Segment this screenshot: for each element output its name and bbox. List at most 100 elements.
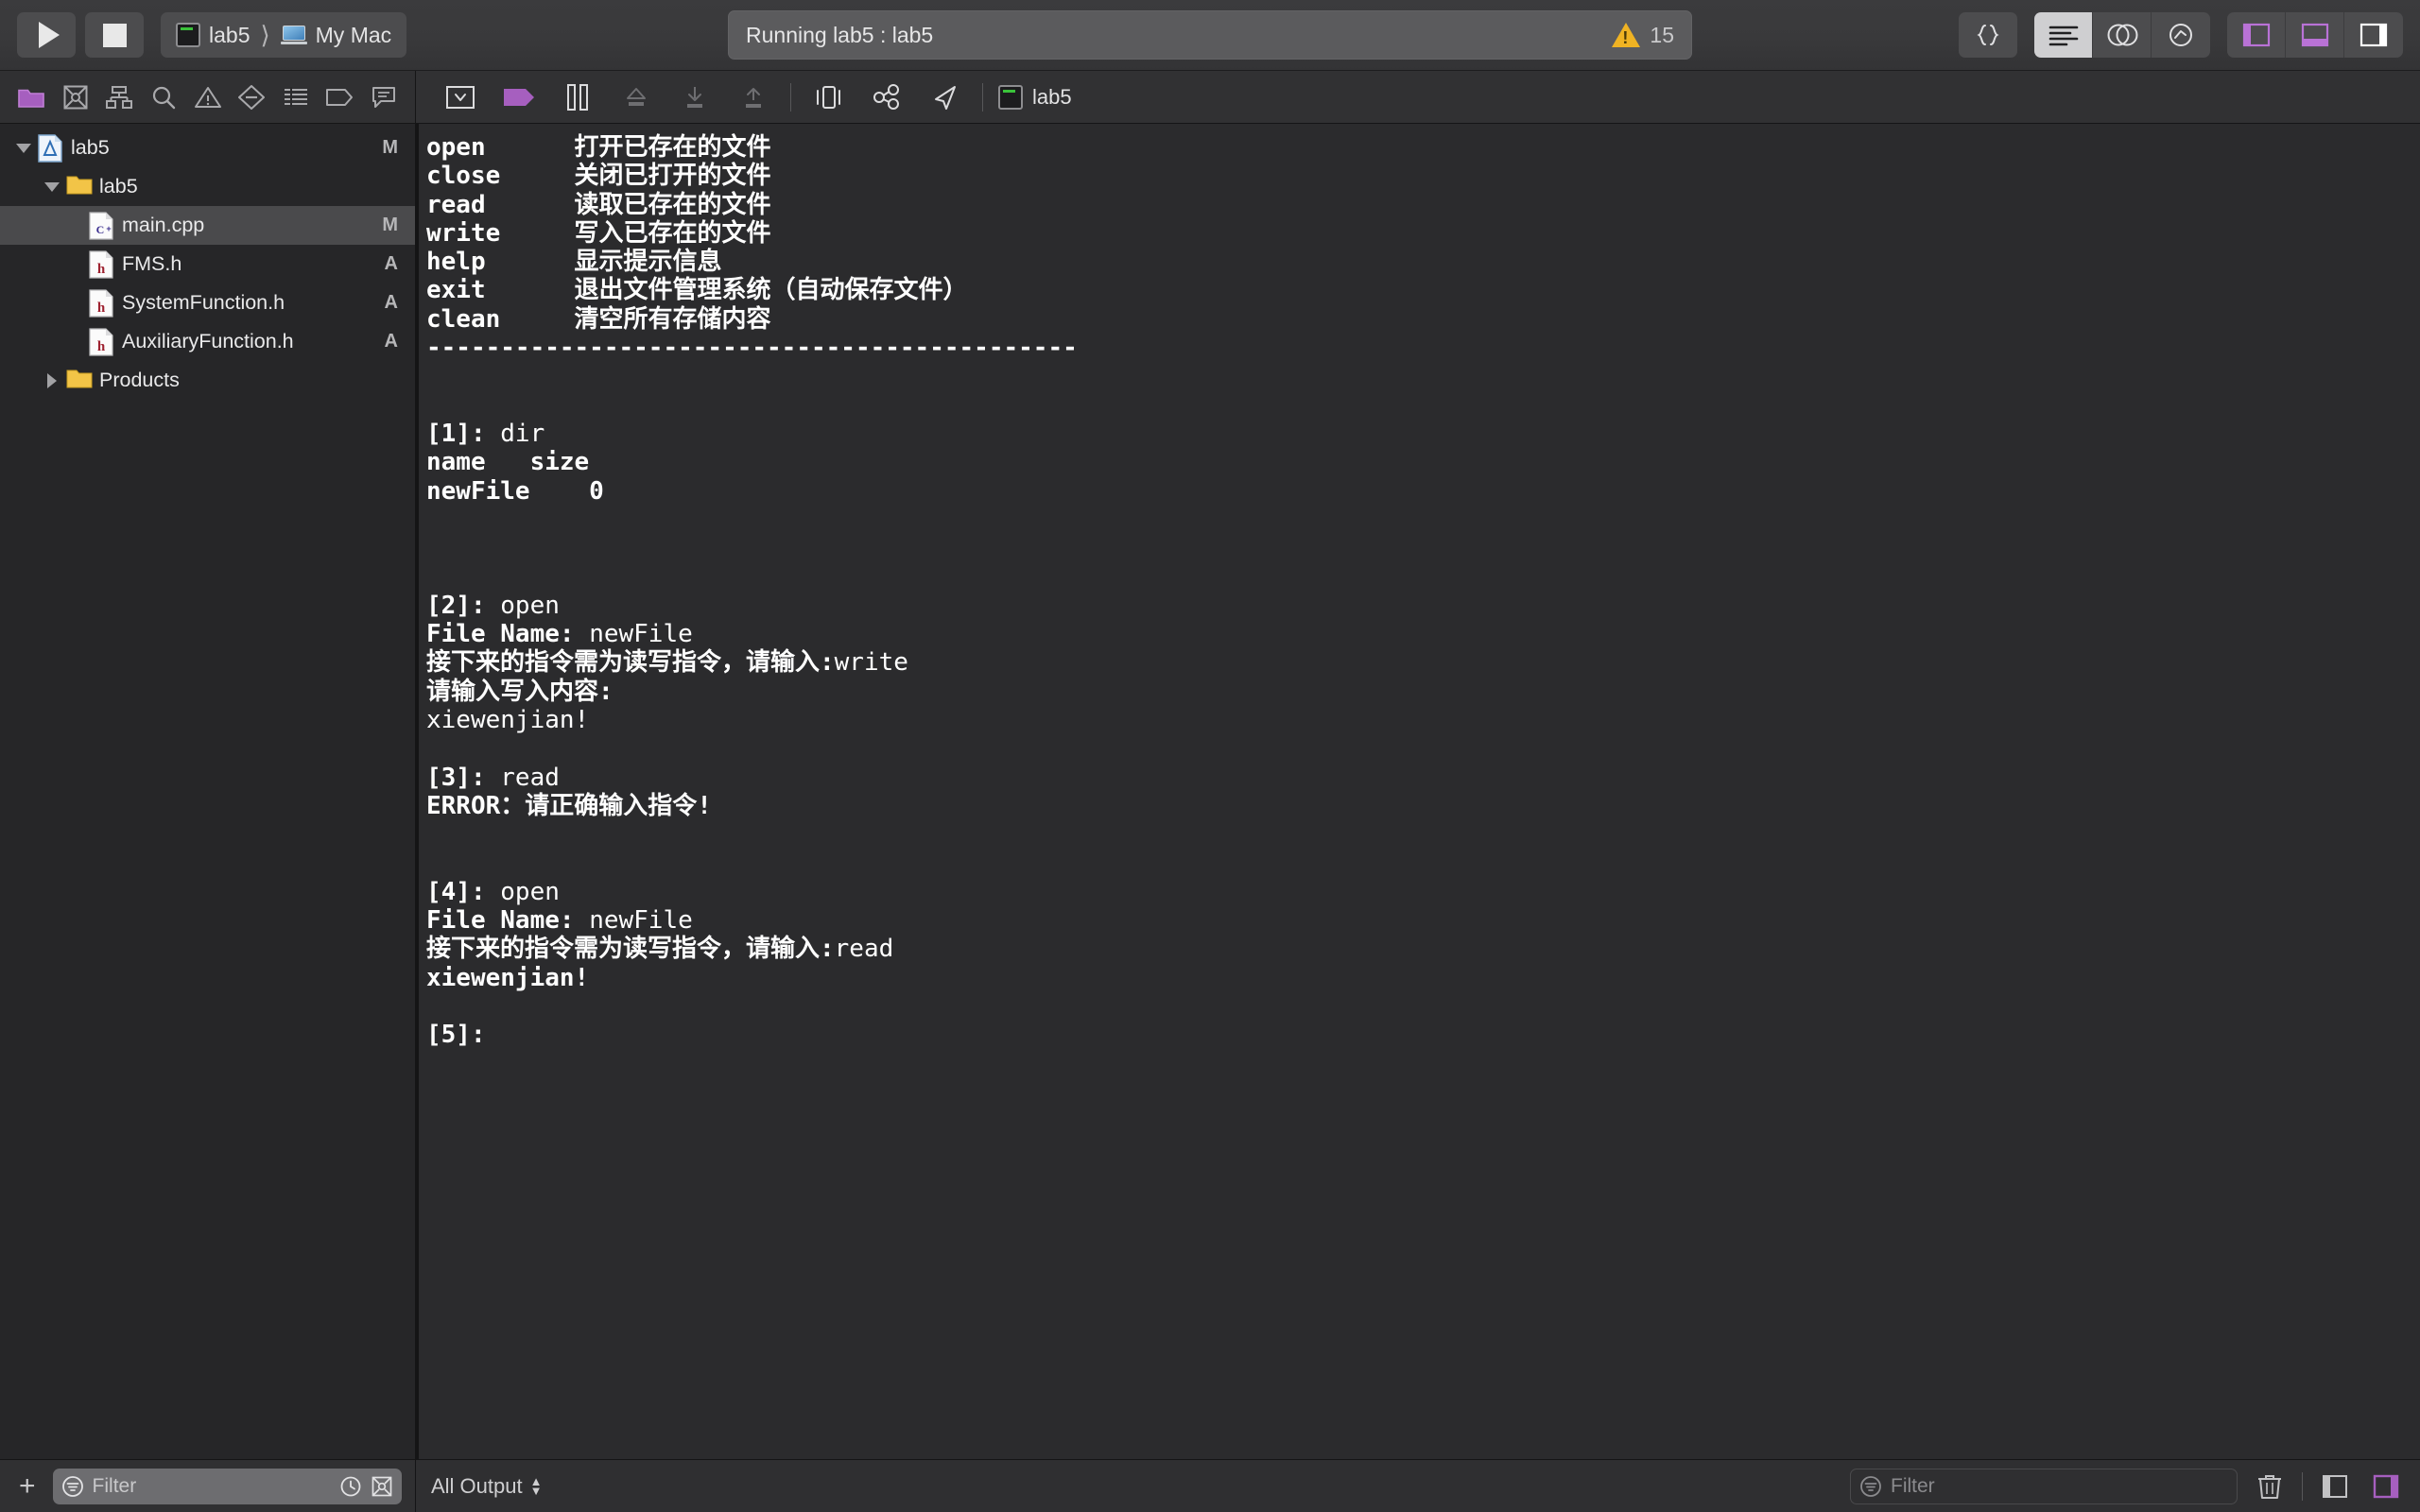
hide-debug-area-button[interactable] <box>431 76 490 119</box>
memory-graph-button[interactable] <box>857 76 916 119</box>
console-line: [2]: open <box>426 592 2420 620</box>
output-scope-popup[interactable]: All Output ▲ ▼ <box>431 1474 542 1499</box>
console-output[interactable]: open 打开已存在的文件 close 关闭已打开的文件 read 读取已存在的文件… <box>416 124 2420 1459</box>
status-badge[interactable]: 15 <box>1612 23 1674 48</box>
assistant-editor-button[interactable] <box>2093 12 2152 58</box>
console-line: ERROR：请正确输入指令! <box>426 792 2420 820</box>
version-editor-button[interactable] <box>2152 12 2210 58</box>
right-panel-icon <box>2360 23 2388 47</box>
run-button[interactable] <box>17 12 76 58</box>
header-file-icon: h <box>89 288 113 318</box>
library-button[interactable] <box>1959 12 2017 58</box>
console-output-text: name size <box>426 448 590 477</box>
step-out-button[interactable] <box>724 76 783 119</box>
variables-pane-button[interactable] <box>2316 1470 2354 1503</box>
source-control-filter-icon[interactable] <box>371 1475 393 1498</box>
breakpoint-tag-icon <box>326 88 354 106</box>
debug-view-hierarchy-button[interactable] <box>799 76 857 119</box>
left-pane-icon <box>2323 1474 2347 1498</box>
pause-button[interactable] <box>548 76 607 119</box>
tree-row[interactable]: lab5 M <box>0 129 415 167</box>
scheme-selector[interactable]: lab5 ⟩ My Mac <box>161 12 407 58</box>
header-file-icon: h <box>89 327 113 356</box>
source-control-navigator-tab[interactable] <box>54 77 98 118</box>
pause-icon <box>567 83 588 111</box>
console-filter-field[interactable]: Filter <box>1850 1468 2238 1504</box>
console-bottom-bar: All Output ▲ ▼ Filter <box>416 1459 2420 1512</box>
recent-clock-icon[interactable] <box>339 1475 362 1498</box>
project-navigator-tab[interactable] <box>9 77 54 118</box>
tree-row[interactable]: h SystemFunction.h A <box>0 284 415 322</box>
console-output-text: open <box>426 133 575 162</box>
tree-row[interactable]: Products <box>0 361 415 400</box>
symbol-navigator-tab[interactable] <box>97 77 142 118</box>
console-line: clean 清空所有存储内容 <box>426 305 2420 334</box>
console-output-text: read <box>426 190 575 219</box>
activity-status-view[interactable]: Running lab5 : lab5 15 <box>728 10 1692 60</box>
folder-icon <box>66 367 93 395</box>
search-icon <box>152 86 176 109</box>
debug-area-toggle-button[interactable] <box>2286 12 2344 58</box>
console-line: [4]: open <box>426 878 2420 906</box>
tree-row[interactable]: h AuxiliaryFunction.h A <box>0 322 415 361</box>
report-list-icon <box>284 86 307 107</box>
console-output-text: 写入已存在的文件 <box>574 218 771 248</box>
svg-text:h: h <box>97 262 106 277</box>
disclosure-triangle-icon[interactable] <box>42 177 62 198</box>
report-navigator-tab[interactable] <box>273 77 318 118</box>
navigator-toggle-button[interactable] <box>2227 12 2286 58</box>
tree-row[interactable]: h FMS.h A <box>0 245 415 284</box>
hide-debug-area-icon <box>446 85 475 109</box>
scheme-name-label: lab5 <box>209 22 251 47</box>
issue-navigator-tab[interactable] <box>185 77 230 118</box>
tree-item-label: SystemFunction.h <box>122 291 285 314</box>
console-output-text: 清空所有存储内容 <box>574 304 771 334</box>
disclosure-triangle-icon[interactable] <box>42 370 62 391</box>
toolbar-divider <box>790 82 791 112</box>
console-filter-placeholder: Filter <box>1891 1474 1935 1497</box>
tree-item-label: Products <box>99 369 180 391</box>
navigator-pane: lab5 M lab5 C + main.cpp M h FMS.h A h S… <box>0 71 416 1512</box>
standard-editor-button[interactable] <box>2034 12 2093 58</box>
step-over-button[interactable] <box>607 76 666 119</box>
navigator-filter-field[interactable]: Filter <box>52 1468 402 1504</box>
project-file-tree[interactable]: lab5 M lab5 C + main.cpp M h FMS.h A h S… <box>0 124 415 1459</box>
find-navigator-tab[interactable] <box>142 77 186 118</box>
console-line: help 显示提示信息 <box>426 248 2420 276</box>
console-bottom-right: Filter <box>1850 1468 2405 1504</box>
add-file-button[interactable]: + <box>13 1471 42 1501</box>
left-panel-icon <box>2242 23 2270 47</box>
console-line: close 关闭已打开的文件 <box>426 162 2420 190</box>
console-input-text: open <box>500 877 560 906</box>
test-navigator-tab[interactable] <box>230 77 274 118</box>
tree-row[interactable]: lab5 <box>0 167 415 206</box>
lines-icon <box>2048 26 2078 46</box>
toolbar-divider <box>2302 1471 2303 1501</box>
debug-navigator-tab[interactable] <box>362 77 406 118</box>
console-output-text: 接下来的指令需为读写指令，请输入: <box>426 935 835 964</box>
clear-console-button[interactable] <box>2251 1470 2289 1503</box>
console-output-text: clean <box>426 304 575 334</box>
debug-process-breadcrumb[interactable]: lab5 <box>991 84 1072 110</box>
chevron-updown-icon: ▲ ▼ <box>529 1473 543 1498</box>
console-line: 接下来的指令需为读写指令，请输入:read <box>426 935 2420 963</box>
output-scope-label: All Output <box>431 1473 523 1498</box>
inspector-toggle-button[interactable] <box>2344 12 2403 58</box>
breakpoints-toggle-button[interactable] <box>490 76 548 119</box>
bottom-panel-icon <box>2301 23 2328 47</box>
stop-icon <box>102 23 127 47</box>
console-output-text: 接下来的指令需为读写指令，请输入: <box>426 648 835 678</box>
console-pane-button[interactable] <box>2367 1470 2405 1503</box>
status-text: Running lab5 : lab5 <box>746 22 934 47</box>
simulate-location-button[interactable] <box>916 76 975 119</box>
console-line: xiewenjian! <box>426 964 2420 992</box>
disclosure-triangle-icon[interactable] <box>13 138 34 159</box>
svg-text:C: C <box>96 223 105 236</box>
step-into-button[interactable] <box>666 76 724 119</box>
folder-icon <box>66 173 93 201</box>
tree-row[interactable]: C + main.cpp M <box>0 206 415 245</box>
stop-button[interactable] <box>85 12 144 58</box>
breakpoint-navigator-tab[interactable] <box>318 77 362 118</box>
